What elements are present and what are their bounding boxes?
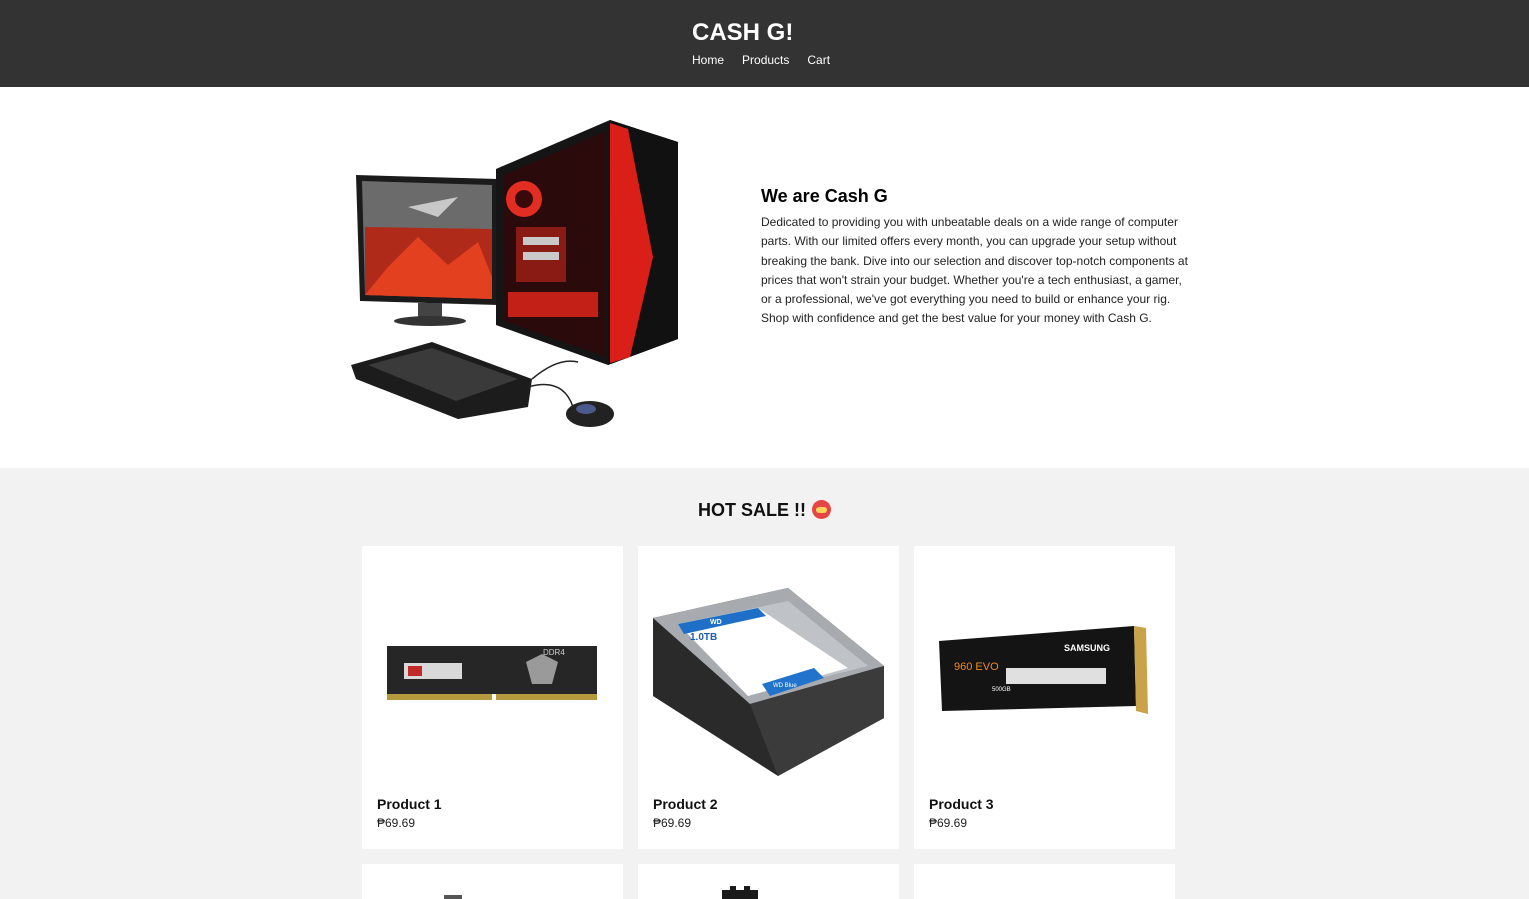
product-price: ₱69.69 (377, 816, 416, 830)
hero-section: We are Cash G Dedicated to providing you… (0, 87, 1529, 468)
product-card[interactable]: DDR4 Product 1 ₱69.69 (362, 546, 623, 849)
ram-label: DDR4 (543, 648, 565, 657)
hdd-brand: WD (710, 619, 722, 626)
ssd-size: 500GB (992, 687, 1011, 693)
about-title: We are Cash G (761, 186, 888, 206)
hdd-model: WD Blue (773, 683, 797, 689)
about-text: Dedicated to providing you with unbeatab… (761, 215, 1188, 326)
brand-title[interactable]: CASH G! (692, 19, 793, 47)
hdd-capacity: 1.0TB (690, 632, 717, 643)
product-name[interactable]: Product 3 (929, 796, 994, 812)
product-card[interactable] (362, 864, 623, 899)
product-price: ₱69.69 (929, 816, 968, 830)
site-header: CASH G! Home Products Cart (0, 0, 1529, 87)
ssd-model: 960 EVO (954, 661, 999, 673)
product-card[interactable] (638, 864, 899, 899)
nav-products[interactable]: Products (742, 53, 789, 67)
hard-drive-image: 1.0TB WD WD Blue (653, 588, 884, 776)
product-name[interactable]: Product 2 (653, 796, 718, 812)
hot-sale-title: HOT SALE !! (698, 500, 806, 520)
main-nav: Home Products Cart (692, 53, 830, 67)
product-card[interactable] (914, 864, 1175, 899)
nav-cart[interactable]: Cart (807, 53, 830, 67)
nav-home[interactable]: Home (692, 53, 724, 67)
product-image (722, 886, 758, 899)
m2-ssd-image: SAMSUNG 960 EVO 500GB (939, 626, 1148, 714)
ram-stick-image: DDR4 (387, 646, 597, 700)
gaming-pc-image (351, 120, 678, 427)
about-section: We are Cash G Dedicated to providing you… (761, 186, 1193, 329)
product-price: ₱69.69 (653, 816, 692, 830)
hot-sale-heading: HOT SALE !! (0, 500, 1529, 521)
angry-face-icon (812, 500, 831, 519)
ssd-brand: SAMSUNG (1064, 643, 1110, 653)
product-card[interactable]: SAMSUNG 960 EVO 500GB Product 3 ₱69.69 (914, 546, 1175, 849)
product-name[interactable]: Product 1 (377, 796, 442, 812)
product-card[interactable]: 1.0TB WD WD Blue Product 2 ₱69.69 (638, 546, 899, 849)
product-image (444, 895, 462, 899)
